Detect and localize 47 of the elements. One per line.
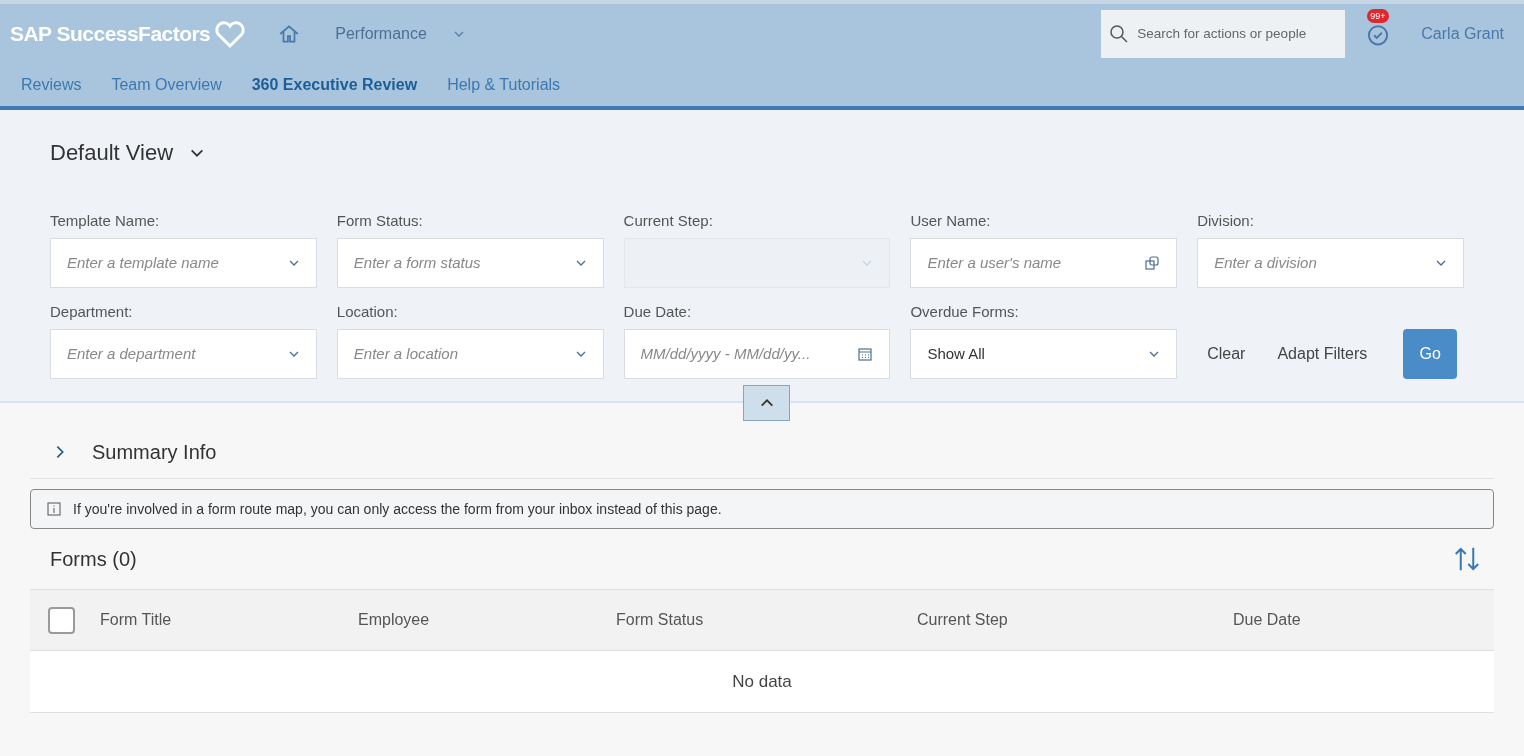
filter-label: Overdue Forms: <box>910 302 1020 322</box>
filter-label: User Name: <box>910 211 992 231</box>
filter-label: Location: <box>336 302 399 322</box>
search-icon <box>1109 24 1130 44</box>
search-field[interactable]: Search for actions or people <box>1101 10 1346 58</box>
heart-icon <box>214 19 247 49</box>
calendar-icon <box>857 346 874 362</box>
column-header: Form Title <box>100 610 173 630</box>
filter-field[interactable]: MM/dd/yyyy - MM/dd/yy... <box>623 329 891 379</box>
column-header: Due Date <box>1233 610 1301 630</box>
filter-action[interactable]: Clear <box>1197 334 1256 374</box>
filter-field[interactable]: Enter a department <box>50 329 317 379</box>
column-header: Current Step <box>917 610 1009 630</box>
filter-field[interactable]: Show All <box>910 329 1178 379</box>
notification-badge: 99+ <box>1367 9 1389 23</box>
filter-label: Current Step: <box>623 211 714 231</box>
filter-field[interactable]: Enter a user's name <box>910 238 1178 288</box>
nav-tab[interactable]: 360 Executive Review <box>251 73 418 97</box>
filter-field[interactable]: Enter a location <box>336 329 604 379</box>
info-text: If you're involved in a form route map, you can only access the form from your inbox instead of this page. <box>73 499 722 519</box>
module-menu[interactable]: Performance <box>335 22 427 46</box>
filter-action[interactable]: Adapt Filters <box>1267 334 1378 374</box>
filter-label: Department: <box>50 302 134 322</box>
summary-title[interactable]: Summary Info <box>92 436 217 467</box>
filter-label: Due Date: <box>623 302 693 322</box>
filter-label: Form Status: <box>336 211 424 231</box>
filter-label: Template Name: <box>50 211 161 231</box>
filter-field[interactable]: Enter a template name <box>50 238 317 288</box>
column-header: Form Status <box>616 610 705 630</box>
column-header: Employee <box>358 610 431 630</box>
user-name[interactable]: Carla Grant <box>1421 22 1504 46</box>
collapse-button[interactable] <box>743 385 790 421</box>
go-button[interactable]: Go <box>1403 329 1458 379</box>
filter-label: Division: <box>1197 211 1255 231</box>
home-icon[interactable] <box>278 23 301 45</box>
select-all-checkbox[interactable] <box>48 606 75 634</box>
value-help-icon <box>1144 255 1161 271</box>
view-title[interactable]: Default View <box>50 136 174 169</box>
empty-text: No data <box>732 670 792 693</box>
filter-field[interactable]: Enter a division <box>1197 238 1464 288</box>
nav-tab[interactable]: Team Overview <box>111 73 222 97</box>
filter-field[interactable]: Enter a form status <box>336 238 604 288</box>
nav-tab[interactable]: Help & Tutorials <box>447 73 561 97</box>
info-icon <box>47 502 61 516</box>
nav-tab[interactable]: Reviews <box>21 73 82 97</box>
table-title: Forms (0) <box>50 547 137 572</box>
sort-icon[interactable] <box>1452 545 1482 573</box>
